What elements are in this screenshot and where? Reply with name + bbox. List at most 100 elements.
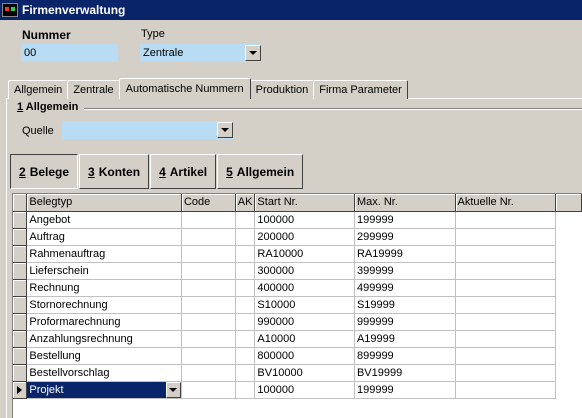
cell-dropdown-button[interactable]: [165, 381, 181, 397]
subtab-belege[interactable]: 2 Belege: [10, 154, 79, 189]
cell-start-nr[interactable]: 990000: [254, 313, 355, 331]
column-header-belegtyp[interactable]: Belegtyp: [26, 194, 182, 212]
cell-aktuelle-nr[interactable]: [455, 262, 557, 280]
table-row[interactable]: Stornorechnung S10000 S19999: [13, 296, 582, 314]
nummer-field[interactable]: 00: [21, 44, 118, 62]
cell-aktuelle-nr[interactable]: [455, 296, 557, 314]
cell-belegtyp[interactable]: Stornorechnung: [26, 296, 182, 314]
cell-belegtyp[interactable]: Rahmenauftrag: [26, 245, 182, 263]
cell-start-nr[interactable]: A10000: [254, 330, 355, 348]
cell-aktuelle-nr[interactable]: [455, 364, 557, 382]
cell-belegtyp[interactable]: Proformarechnung: [26, 313, 182, 331]
tab-automatische-nummern[interactable]: Automatische Nummern: [118, 78, 251, 99]
cell-max-nr[interactable]: 199999: [354, 381, 456, 399]
row-indicator[interactable]: [13, 245, 28, 263]
tab-firma-parameter[interactable]: Firma Parameter: [313, 80, 408, 99]
cell-belegtyp[interactable]: Lieferschein: [26, 262, 182, 280]
cell-ak[interactable]: [235, 262, 256, 280]
cell-aktuelle-nr[interactable]: [455, 245, 557, 263]
cell-aktuelle-nr[interactable]: [455, 313, 557, 331]
belege-grid[interactable]: Belegtyp Code AK Start Nr. Max. Nr. Aktu…: [12, 193, 582, 418]
cell-code[interactable]: [181, 347, 236, 365]
column-header-max-nr[interactable]: Max. Nr.: [354, 194, 456, 212]
cell-code[interactable]: [181, 279, 236, 297]
table-row[interactable]: Lieferschein 300000 399999: [13, 262, 582, 280]
tab-zentrale[interactable]: Zentrale: [67, 80, 120, 99]
row-indicator[interactable]: [13, 347, 28, 365]
row-indicator[interactable]: [13, 228, 28, 246]
cell-ak[interactable]: [235, 228, 256, 246]
cell-belegtyp[interactable]: Anzahlungsrechnung: [26, 330, 182, 348]
cell-belegtyp[interactable]: Auftrag: [26, 228, 182, 246]
row-indicator[interactable]: [13, 279, 28, 297]
cell-start-nr[interactable]: 100000: [254, 381, 355, 399]
row-indicator[interactable]: [13, 262, 28, 280]
cell-code[interactable]: [181, 364, 236, 382]
cell-start-nr[interactable]: 400000: [254, 279, 355, 297]
cell-max-nr[interactable]: 899999: [354, 347, 456, 365]
quelle-dropdown-button[interactable]: [217, 122, 233, 138]
table-row[interactable]: Rahmenauftrag RA10000 RA19999: [13, 245, 582, 263]
subtab-konten[interactable]: 3 Konten: [79, 154, 150, 189]
row-indicator[interactable]: [13, 330, 28, 348]
cell-ak[interactable]: [235, 211, 256, 229]
cell-code[interactable]: [181, 313, 236, 331]
cell-aktuelle-nr[interactable]: [455, 330, 557, 348]
cell-ak[interactable]: [235, 279, 256, 297]
cell-ak[interactable]: [235, 330, 256, 348]
cell-belegtyp[interactable]: Bestellung: [26, 347, 182, 365]
cell-aktuelle-nr[interactable]: [455, 211, 557, 229]
cell-aktuelle-nr[interactable]: [455, 279, 557, 297]
cell-max-nr[interactable]: S19999: [354, 296, 456, 314]
cell-max-nr[interactable]: 499999: [354, 279, 456, 297]
cell-start-nr[interactable]: 100000: [254, 211, 355, 229]
cell-ak[interactable]: [235, 381, 256, 399]
cell-code[interactable]: [181, 211, 236, 229]
row-indicator[interactable]: [13, 313, 28, 331]
table-row[interactable]: Anzahlungsrechnung A10000 A19999: [13, 330, 582, 348]
cell-max-nr[interactable]: BV19999: [354, 364, 456, 382]
cell-start-nr[interactable]: S10000: [254, 296, 355, 314]
cell-aktuelle-nr[interactable]: [455, 347, 557, 365]
cell-ak[interactable]: [235, 245, 256, 263]
column-header-code[interactable]: Code: [181, 194, 236, 212]
row-indicator[interactable]: [13, 211, 28, 229]
cell-code[interactable]: [181, 262, 236, 280]
column-header-aktuelle-nr[interactable]: Aktuelle Nr.: [455, 194, 557, 212]
cell-max-nr[interactable]: 999999: [354, 313, 456, 331]
cell-ak[interactable]: [235, 364, 256, 382]
row-indicator[interactable]: [13, 364, 28, 382]
quelle-select[interactable]: [62, 121, 234, 139]
table-row[interactable]: Rechnung 400000 499999: [13, 279, 582, 297]
column-header-start-nr[interactable]: Start Nr.: [254, 194, 355, 212]
cell-start-nr[interactable]: 800000: [254, 347, 355, 365]
cell-aktuelle-nr[interactable]: [455, 228, 557, 246]
table-row[interactable]: Bestellung 800000 899999: [13, 347, 582, 365]
cell-max-nr[interactable]: 299999: [354, 228, 456, 246]
cell-aktuelle-nr[interactable]: [455, 381, 557, 399]
cell-ak[interactable]: [235, 347, 256, 365]
table-row[interactable]: Auftrag 200000 299999: [13, 228, 582, 246]
tab-produktion[interactable]: Produktion: [249, 80, 315, 99]
cell-start-nr[interactable]: RA10000: [254, 245, 355, 263]
cell-code[interactable]: [181, 381, 236, 399]
subtab-allgemein[interactable]: 5 Allgemein: [217, 154, 304, 189]
subtab-artikel[interactable]: 4 Artikel: [150, 154, 217, 189]
type-select[interactable]: Zentrale: [140, 44, 262, 62]
cell-belegtyp[interactable]: Angebot: [26, 211, 182, 229]
cell-code[interactable]: [181, 296, 236, 314]
cell-max-nr[interactable]: A19999: [354, 330, 456, 348]
table-row[interactable]: Projekt 100000 199999: [13, 381, 582, 399]
column-header-ak[interactable]: AK: [235, 194, 256, 212]
table-row[interactable]: Proformarechnung 990000 999999: [13, 313, 582, 331]
type-dropdown-button[interactable]: [245, 45, 261, 61]
cell-start-nr[interactable]: BV10000: [254, 364, 355, 382]
table-row[interactable]: Angebot 100000 199999: [13, 211, 582, 229]
table-row[interactable]: Bestellvorschlag BV10000 BV19999: [13, 364, 582, 382]
row-indicator[interactable]: [13, 296, 28, 314]
cell-start-nr[interactable]: 200000: [254, 228, 355, 246]
cell-max-nr[interactable]: 199999: [354, 211, 456, 229]
cell-code[interactable]: [181, 245, 236, 263]
cell-ak[interactable]: [235, 313, 256, 331]
cell-code[interactable]: [181, 330, 236, 348]
